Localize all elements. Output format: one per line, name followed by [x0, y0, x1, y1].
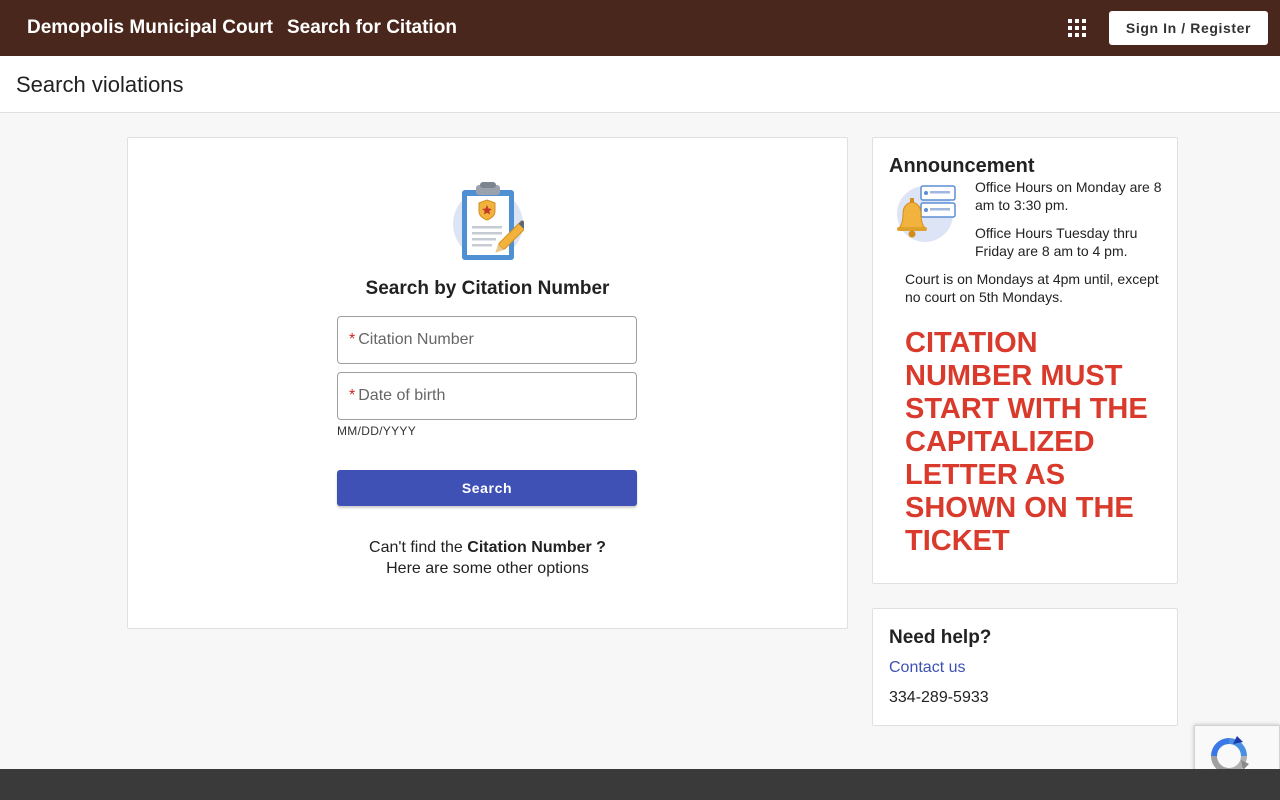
announcement-title: Announcement	[889, 155, 1035, 177]
citation-number-placeholder: Citation Number	[358, 331, 474, 348]
help-title: Need help?	[889, 627, 992, 648]
citation-number-input[interactable]: * Citation Number	[337, 316, 637, 364]
announcement-court-schedule: Court is on Mondays at 4pm until, except…	[905, 271, 1159, 305]
apps-grid-icon[interactable]	[1068, 19, 1086, 37]
announcement-card: Announcement Office Hours on Monday are …	[872, 137, 1178, 584]
search-card: Search by Citation Number * Citation Num…	[127, 137, 848, 629]
search-button[interactable]: Search	[337, 470, 637, 506]
phone-number: 334-289-5933	[889, 689, 989, 706]
citation-format-warning: CITATION NUMBER MUST START WITH THE CAPI…	[905, 327, 1148, 557]
date-of-birth-input[interactable]: * Date of birth	[337, 372, 637, 420]
contact-us-link[interactable]: Contact us	[889, 659, 965, 677]
other-options-link[interactable]: Here are some other options	[128, 560, 847, 578]
help-card: Need help? Contact us 334-289-5933	[872, 608, 1178, 726]
subheader: Search violations	[0, 56, 1280, 113]
court-name[interactable]: Demopolis Municipal Court	[27, 17, 273, 39]
announcement-weekday-hours: Office Hours Tuesday thru Friday are 8 a…	[975, 225, 1138, 259]
date-format-hint: MM/DD/YYYY	[337, 424, 417, 438]
footer	[0, 769, 1280, 800]
section-title: Search violations	[16, 72, 184, 97]
page-name: Search for Citation	[286, 17, 457, 38]
required-marker: *	[349, 331, 356, 348]
cant-find-text: Can't find the Citation Number ?	[128, 539, 847, 557]
citation-number-emphasis: Citation Number ?	[467, 539, 606, 556]
clipboard-badge-icon	[453, 182, 524, 260]
bell-notification-icon	[897, 185, 956, 242]
top-app-bar: Demopolis Municipal Court Search for Cit…	[0, 0, 1280, 56]
sign-in-register-button[interactable]: Sign In / Register	[1109, 11, 1268, 45]
announcement-monday-hours: Office Hours on Monday are 8 am to 3:30 …	[975, 179, 1162, 213]
date-of-birth-placeholder: Date of birth	[358, 387, 446, 404]
cant-find-prefix: Can't find the	[369, 539, 463, 556]
search-by-citation-title: Search by Citation Number	[365, 278, 610, 299]
required-marker: *	[349, 387, 356, 404]
